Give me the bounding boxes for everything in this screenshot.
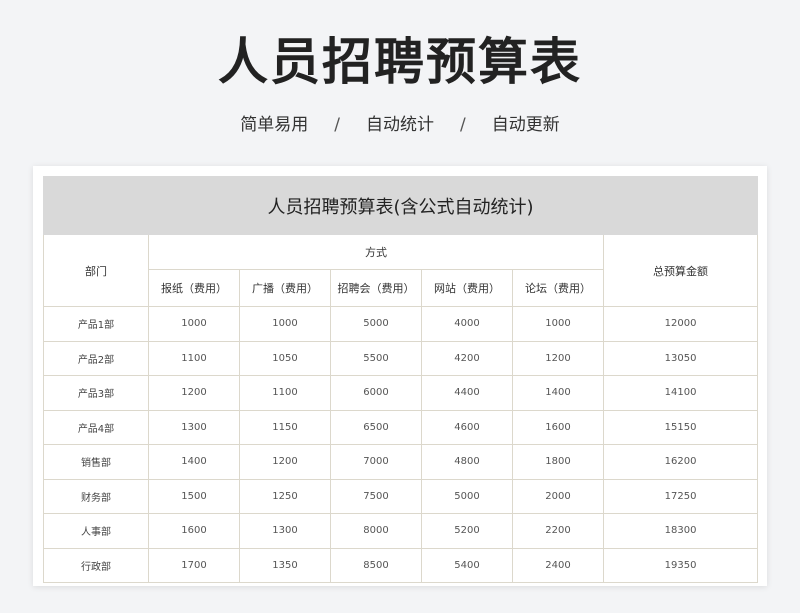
total-budget-header: 总预算金额 bbox=[602, 234, 759, 307]
dept-cell: 人事部 bbox=[43, 513, 149, 549]
table-row: 销售部 1400 1200 7000 4800 1800 16200 bbox=[43, 444, 759, 480]
subtitle-item-auto-update: 自动更新 bbox=[491, 115, 560, 135]
method-header: 方式 bbox=[148, 234, 604, 270]
value-cell: 1050 bbox=[239, 340, 331, 376]
total-cell: 18300 bbox=[602, 513, 759, 549]
value-cell: 4800 bbox=[421, 444, 513, 480]
total-cell: 14100 bbox=[602, 375, 759, 411]
value-cell: 8500 bbox=[330, 547, 422, 583]
value-cell: 7500 bbox=[330, 478, 422, 514]
total-cell: 12000 bbox=[602, 306, 759, 342]
subtitle-item-easy: 简单易用 bbox=[240, 115, 309, 135]
value-cell: 1600 bbox=[512, 409, 604, 445]
value-cell: 2200 bbox=[512, 513, 604, 549]
dept-cell: 产品4部 bbox=[43, 409, 149, 445]
value-cell: 6500 bbox=[330, 409, 422, 445]
table-row: 产品1部 1000 1000 5000 4000 1000 12000 bbox=[43, 306, 759, 342]
value-cell: 1100 bbox=[148, 340, 240, 376]
table-row: 产品2部 1100 1050 5500 4200 1200 13050 bbox=[43, 340, 759, 376]
subtitle: 简单易用 / 自动统计 / 自动更新 bbox=[0, 112, 800, 138]
value-cell: 2000 bbox=[512, 478, 604, 514]
dept-cell: 销售部 bbox=[43, 444, 149, 480]
value-cell: 1400 bbox=[148, 444, 240, 480]
subtitle-item-auto-stats: 自动统计 bbox=[366, 115, 434, 135]
table-row: 产品4部 1300 1150 6500 4600 1600 15150 bbox=[43, 409, 759, 445]
dept-cell: 产品2部 bbox=[43, 340, 149, 376]
value-cell: 7000 bbox=[330, 444, 422, 480]
value-cell: 5500 bbox=[330, 340, 422, 376]
value-cell: 1200 bbox=[512, 340, 604, 376]
method-column-header: 招聘会（费用） bbox=[330, 269, 422, 307]
total-cell: 17250 bbox=[602, 478, 759, 514]
dept-cell: 财务部 bbox=[43, 478, 149, 514]
method-column-header: 网站（费用） bbox=[421, 269, 513, 307]
value-cell: 1600 bbox=[148, 513, 240, 549]
value-cell: 1500 bbox=[148, 478, 240, 514]
value-cell: 2400 bbox=[512, 547, 604, 583]
method-column-header: 论坛（费用） bbox=[512, 269, 604, 307]
value-cell: 1100 bbox=[239, 375, 331, 411]
value-cell: 5200 bbox=[421, 513, 513, 549]
value-cell: 1200 bbox=[148, 375, 240, 411]
value-cell: 5000 bbox=[330, 306, 422, 342]
value-cell: 1000 bbox=[512, 306, 604, 342]
value-cell: 1800 bbox=[512, 444, 604, 480]
value-cell: 8000 bbox=[330, 513, 422, 549]
value-cell: 4200 bbox=[421, 340, 513, 376]
value-cell: 1350 bbox=[239, 547, 331, 583]
value-cell: 1700 bbox=[148, 547, 240, 583]
value-cell: 5000 bbox=[421, 478, 513, 514]
table-row: 财务部 1500 1250 7500 5000 2000 17250 bbox=[43, 478, 759, 514]
total-cell: 19350 bbox=[602, 547, 759, 583]
value-cell: 1200 bbox=[239, 444, 331, 480]
value-cell: 1150 bbox=[239, 409, 331, 445]
dept-cell: 产品3部 bbox=[43, 375, 149, 411]
total-cell: 13050 bbox=[602, 340, 759, 376]
dept-cell: 产品1部 bbox=[43, 306, 149, 342]
page-title: 人员招聘预算表 bbox=[218, 33, 582, 91]
value-cell: 5400 bbox=[421, 547, 513, 583]
table-row: 人事部 1600 1300 8000 5200 2200 18300 bbox=[43, 513, 759, 549]
value-cell: 1300 bbox=[148, 409, 240, 445]
subtitle-separator: / bbox=[334, 115, 340, 135]
dept-cell: 行政部 bbox=[43, 547, 149, 583]
total-cell: 16200 bbox=[602, 444, 759, 480]
value-cell: 1250 bbox=[239, 478, 331, 514]
value-cell: 1300 bbox=[239, 513, 331, 549]
dept-header: 部门 bbox=[43, 234, 149, 307]
value-cell: 1000 bbox=[148, 306, 240, 342]
value-cell: 4000 bbox=[421, 306, 513, 342]
method-column-header: 广播（费用） bbox=[239, 269, 331, 307]
value-cell: 4400 bbox=[421, 375, 513, 411]
method-column-header: 报纸（费用） bbox=[148, 269, 240, 307]
value-cell: 1000 bbox=[239, 306, 331, 342]
spreadsheet-card: 人员招聘预算表(含公式自动统计) 部门 方式 总预算金额 报纸（费用） 广播（费… bbox=[33, 166, 767, 586]
value-cell: 6000 bbox=[330, 375, 422, 411]
budget-table: 人员招聘预算表(含公式自动统计) 部门 方式 总预算金额 报纸（费用） 广播（费… bbox=[42, 176, 759, 583]
table-row: 行政部 1700 1350 8500 5400 2400 19350 bbox=[43, 547, 759, 583]
subtitle-separator: / bbox=[460, 115, 466, 135]
value-cell: 1400 bbox=[512, 375, 604, 411]
table-title: 人员招聘预算表(含公式自动统计) bbox=[42, 176, 759, 235]
value-cell: 4600 bbox=[421, 409, 513, 445]
table-row: 产品3部 1200 1100 6000 4400 1400 14100 bbox=[43, 375, 759, 411]
total-cell: 15150 bbox=[602, 409, 759, 445]
